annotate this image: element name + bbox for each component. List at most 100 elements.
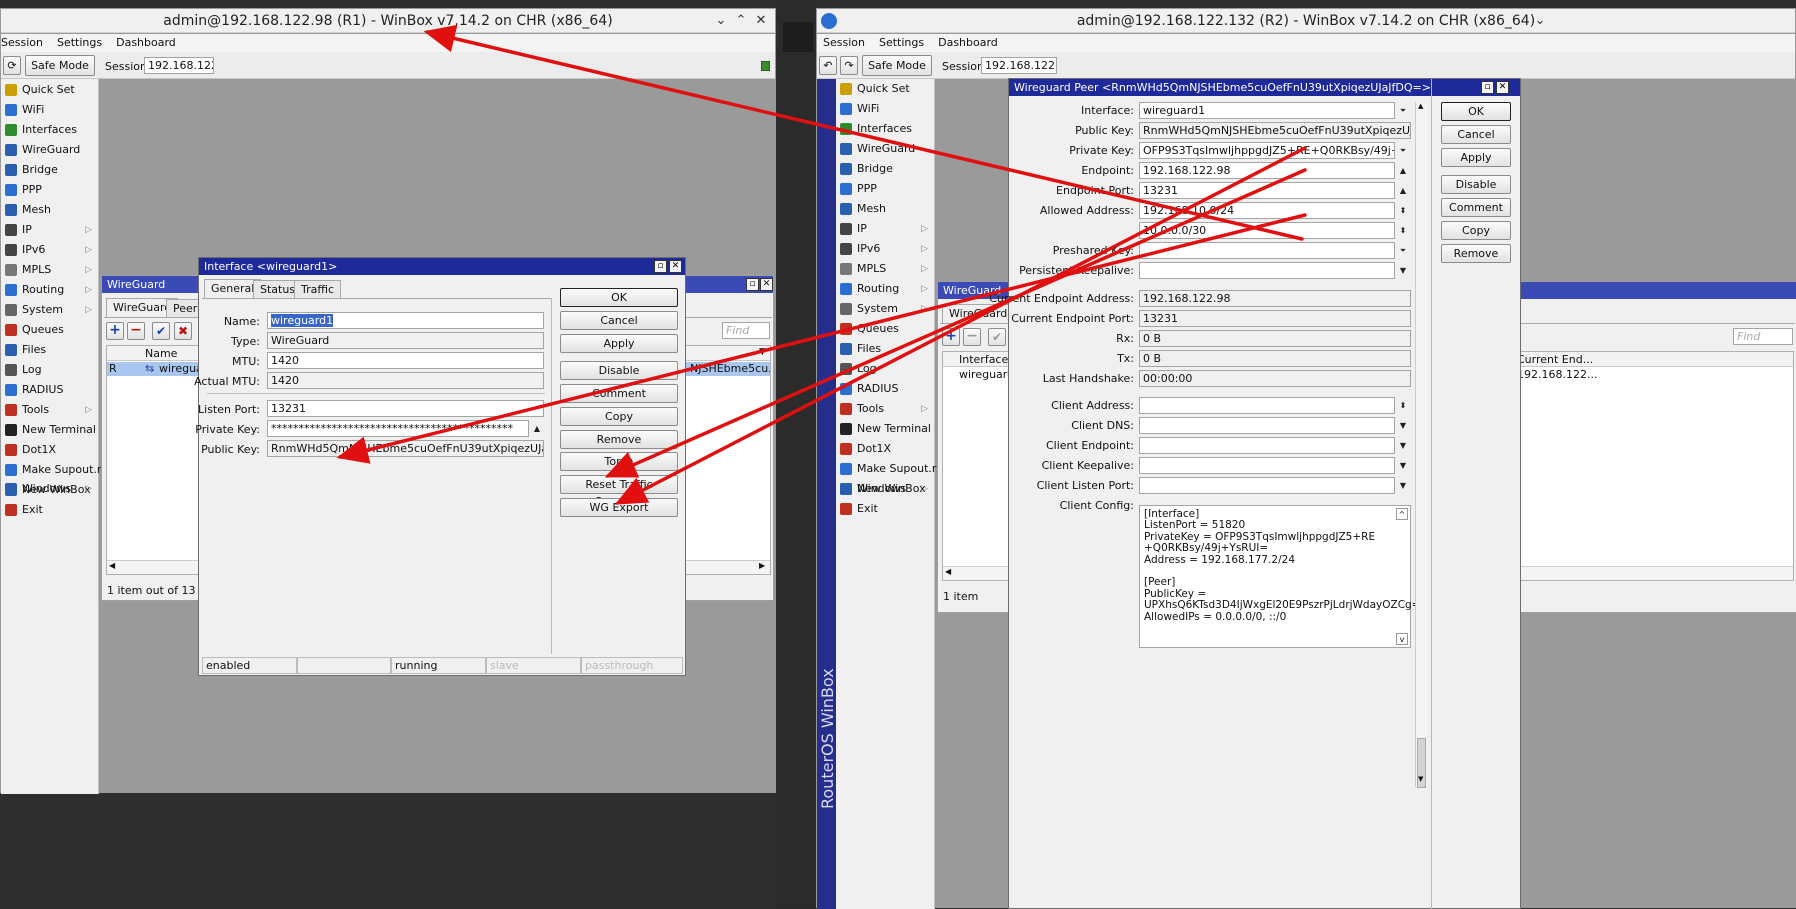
sidebar-item-routing[interactable]: Routing ▷ (836, 279, 934, 299)
client-keepalive-field[interactable] (1139, 457, 1395, 474)
disable-button[interactable]: Disable (560, 361, 678, 380)
tab-traffic[interactable]: Traffic (294, 280, 342, 298)
sidebar-item-dot1x[interactable]: Dot1X (1, 440, 98, 460)
sidebar-item-log[interactable]: Log (836, 359, 934, 379)
session-field[interactable]: 192.168.122.98 (144, 57, 214, 74)
expand-icon[interactable]: ▼ (1397, 418, 1409, 433)
sidebar-item-wifi[interactable]: WiFi (836, 99, 934, 119)
sidebar-item-new-terminal[interactable]: New Terminal (836, 419, 934, 439)
refresh-button[interactable]: ⟳ (3, 56, 21, 75)
sidebar-item-tools[interactable]: Tools ▷ (836, 399, 934, 419)
tab-wireguard[interactable]: WireGuard (942, 304, 1015, 323)
client-config-box[interactable]: [Interface] ListenPort = 51820 PrivateKe… (1139, 505, 1421, 648)
sidebar-item-dot1x[interactable]: Dot1X (836, 439, 934, 459)
remove-button[interactable]: − (127, 322, 145, 340)
add-button[interactable]: + (106, 322, 124, 340)
interface-field[interactable]: wireguard1 (1139, 102, 1395, 119)
allowed-address-field[interactable]: 192.168.10.0/24 (1139, 202, 1395, 219)
sidebar-item-quick-set[interactable]: Quick Set (1, 80, 98, 100)
add-remove-icon[interactable]: ⬍ (1397, 398, 1409, 413)
sidebar-item-wifi[interactable]: WiFi (1, 100, 98, 120)
expand-icon[interactable]: ▼ (1397, 438, 1409, 453)
private-key-field[interactable]: OFP9S3TqsImwljhppgdJZ5+RE+Q0RKBsy/49j+Ys… (1139, 142, 1395, 159)
expand-icon[interactable]: ▼ (1397, 478, 1409, 493)
close-icon[interactable]: ✕ (1496, 81, 1509, 94)
enable-button[interactable]: ✔ (988, 328, 1006, 346)
copy-button[interactable]: Copy (1441, 221, 1511, 240)
menu-dashboard[interactable]: Dashboard (932, 34, 1006, 49)
sidebar-item-system[interactable]: System ▷ (836, 299, 934, 319)
sidebar-item-radius[interactable]: RADIUS (1, 380, 98, 400)
sidebar-item-mesh[interactable]: Mesh (836, 199, 934, 219)
hide-toggle-icon[interactable]: ▲ (531, 421, 543, 436)
sidebar-item-make-supout-rif[interactable]: Make Supout.rif (1, 460, 108, 480)
menu-session[interactable]: Session (0, 34, 51, 49)
private-key-field[interactable]: ****************************************… (267, 420, 529, 437)
sidebar-item-exit[interactable]: Exit (1, 500, 98, 520)
client-address-field[interactable] (1139, 397, 1395, 414)
copy-button[interactable]: Copy (560, 407, 678, 426)
col-interface-header[interactable]: Interface (959, 353, 1008, 366)
sidebar-item-queues[interactable]: Queues (836, 319, 934, 339)
name-field[interactable]: wireguard1 (267, 312, 544, 329)
allowed-address-2-field[interactable]: 10.0.0.0/30 (1139, 222, 1395, 239)
sidebar-item-ip[interactable]: IP ▷ (1, 220, 98, 240)
expand-icon[interactable]: ▼ (1397, 458, 1409, 473)
sidebar-item-files[interactable]: Files (1, 340, 98, 360)
dropdown-icon[interactable]: ⏷ (1397, 143, 1409, 158)
endpoint-field[interactable]: 192.168.122.98 (1139, 162, 1395, 179)
sidebar-item-windows[interactable]: Windows ▷ (1, 479, 98, 499)
redo-button[interactable]: ↷ (840, 56, 858, 75)
sidebar-item-tools[interactable]: Tools ▷ (1, 400, 98, 420)
dropdown-icon[interactable]: ⏷ (1397, 103, 1409, 118)
listen-port-field[interactable]: 13231 (267, 400, 544, 417)
ok-button[interactable]: OK (560, 288, 678, 307)
sidebar-item-routing[interactable]: Routing ▷ (1, 280, 98, 300)
add-remove-icon[interactable]: ⬍ (1397, 223, 1409, 238)
apply-button[interactable]: Apply (560, 334, 678, 353)
sidebar-item-system[interactable]: System ▷ (1, 300, 98, 320)
sidebar-item-ipv6[interactable]: IPv6 ▷ (1, 240, 98, 260)
vertical-scrollbar[interactable]: ▲ ▼ (1415, 102, 1427, 788)
sidebar-item-interfaces[interactable]: Interfaces (1, 120, 98, 140)
undo-button[interactable]: ↶ (819, 56, 837, 75)
sidebar-item-ip[interactable]: IP ▷ (836, 219, 934, 239)
sidebar-item-wireguard[interactable]: WireGuard (836, 139, 934, 159)
sidebar-item-bridge[interactable]: Bridge (1, 160, 98, 180)
safe-mode-button[interactable]: Safe Mode (25, 55, 95, 76)
comment-button[interactable]: Comment (1441, 198, 1511, 217)
col-endpoint-header[interactable]: Current End... (1517, 353, 1593, 366)
find-input[interactable]: Find (1733, 328, 1793, 345)
menu-session[interactable]: Session (817, 34, 873, 49)
close-icon[interactable]: ✕ (669, 260, 682, 273)
sidebar-item-wireguard[interactable]: WireGuard (1, 140, 98, 160)
sidebar-item-ppp[interactable]: PPP (836, 179, 934, 199)
sidebar-item-mesh[interactable]: Mesh (1, 200, 98, 220)
menu-settings[interactable]: Settings (51, 34, 110, 49)
expand-icon[interactable]: ▼ (1397, 263, 1409, 278)
sidebar-item-mpls[interactable]: MPLS ▷ (1, 260, 98, 280)
mtu-field[interactable]: 1420 (267, 352, 544, 369)
menu-dashboard[interactable]: Dashboard (110, 34, 184, 49)
disable-button[interactable]: ✖ (174, 322, 192, 340)
sidebar-item-new-terminal[interactable]: New Terminal (1, 420, 98, 440)
find-input[interactable]: Find (722, 322, 770, 339)
wg-export-button[interactable]: WG Export (560, 498, 678, 517)
add-remove-icon[interactable]: ⬍ (1397, 203, 1409, 218)
menu-settings[interactable]: Settings (873, 34, 932, 49)
comment-button[interactable]: Comment (560, 384, 678, 403)
endpoint-port-field[interactable]: 13231 (1139, 182, 1395, 199)
persistent-keepalive-field[interactable] (1139, 262, 1395, 279)
preshared-key-field[interactable] (1139, 242, 1395, 259)
ok-button[interactable]: OK (1441, 102, 1511, 121)
safe-mode-button[interactable]: Safe Mode (862, 55, 932, 76)
maximize-icon[interactable]: ⌃ (731, 11, 751, 31)
scroll-down-icon[interactable]: v (1396, 633, 1408, 645)
column-menu-icon[interactable]: ▼ (759, 347, 766, 357)
sidebar-item-log[interactable]: Log (1, 360, 98, 380)
cancel-button[interactable]: Cancel (560, 311, 678, 330)
client-dns-field[interactable] (1139, 417, 1395, 434)
sidebar-item-radius[interactable]: RADIUS (836, 379, 934, 399)
enable-button[interactable]: ✔ (152, 322, 170, 340)
col-name-header[interactable]: Name (145, 347, 177, 360)
